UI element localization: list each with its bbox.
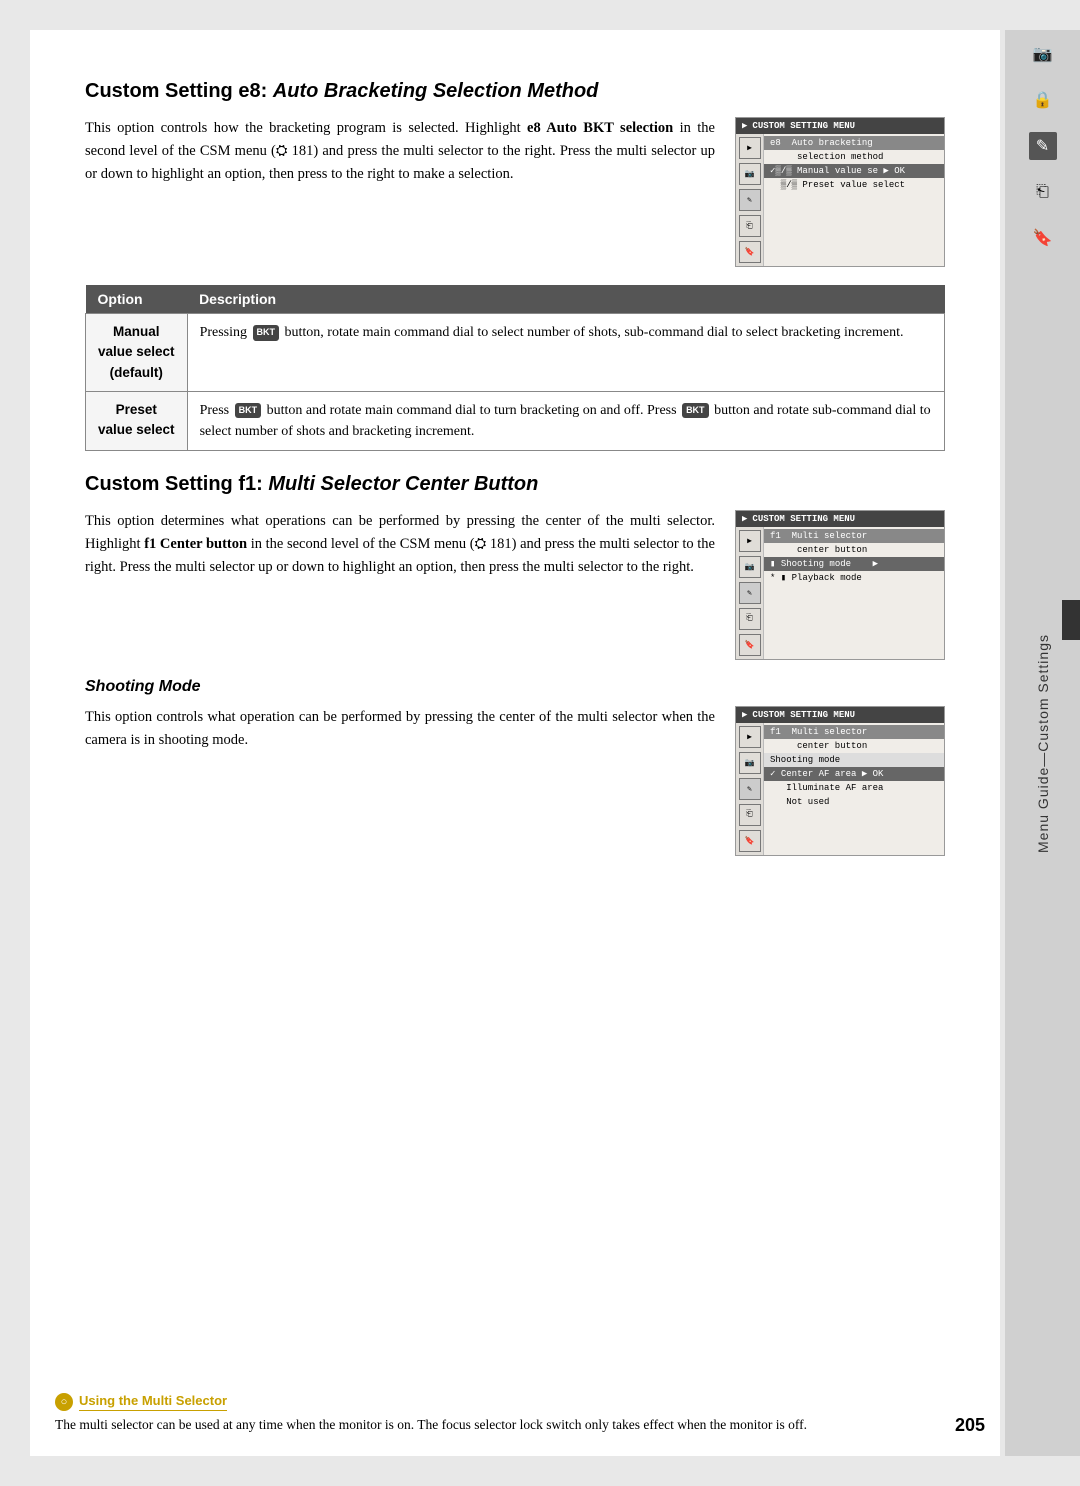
col-description: Description	[187, 285, 944, 314]
screen-f1a: ▶ CUSTOM SETTING MENU ▶ 📷 ✎ ⎗ 🔖 f1 Multi…	[735, 510, 945, 660]
tab-icon-pencil-active: ✎	[1029, 132, 1057, 160]
table-row: Presetvalue select Press BKT button and …	[86, 391, 945, 450]
note-icon: ○	[55, 1393, 73, 1411]
intro-text-e8: This option controls how the bracketing …	[85, 117, 715, 267]
screen-f1b: ▶ CUSTOM SETTING MENU ▶ 📷 ✎ ⎗ 🔖 f1 Multi…	[735, 706, 945, 856]
heading-shooting-mode: Shooting Mode	[85, 678, 945, 696]
note-body-text: The multi selector can be used at any ti…	[55, 1415, 1000, 1436]
tab-icon-timer: ⎗	[1029, 178, 1057, 206]
table-cell-desc2: Press BKT button and rotate main command…	[187, 391, 944, 450]
table-row: Manualvalue select(default) Pressing BKT…	[86, 314, 945, 392]
heading-e8: Custom Setting e8: Auto Bracketing Selec…	[85, 80, 945, 103]
f1-intro-section: This option determines what operations c…	[85, 510, 945, 660]
tab-label: Menu Guide—Custom Settings	[1035, 634, 1051, 853]
page-number: 205	[955, 1415, 985, 1436]
bottom-note: ○ Using the Multi Selector The multi sel…	[55, 1393, 1000, 1436]
table-cell-desc1: Pressing BKT button, rotate main command…	[187, 314, 944, 392]
tab-icon-camera: 📷	[1029, 40, 1057, 68]
shooting-mode-text: This option controls what operation can …	[85, 706, 715, 856]
col-option: Option	[86, 285, 188, 314]
screen-e8: ▶ CUSTOM SETTING MENU ▶ 📷 ✎ ⎗ 🔖 e8 Auto …	[735, 117, 945, 267]
options-table: Option Description Manualvalue select(de…	[85, 285, 945, 451]
dark-accent-tab	[1062, 600, 1080, 640]
tab-icon-lock: 🔒	[1029, 86, 1057, 114]
heading-f1: Custom Setting f1: Multi Selector Center…	[85, 473, 945, 496]
tab-icons: 📷 🔒 ✎ ⎗ 🔖	[1005, 30, 1080, 252]
note-title-text: Using the Multi Selector	[79, 1393, 227, 1411]
tab-icon-bookmark: 🔖	[1029, 224, 1057, 252]
shooting-mode-section: This option controls what operation can …	[85, 706, 945, 856]
